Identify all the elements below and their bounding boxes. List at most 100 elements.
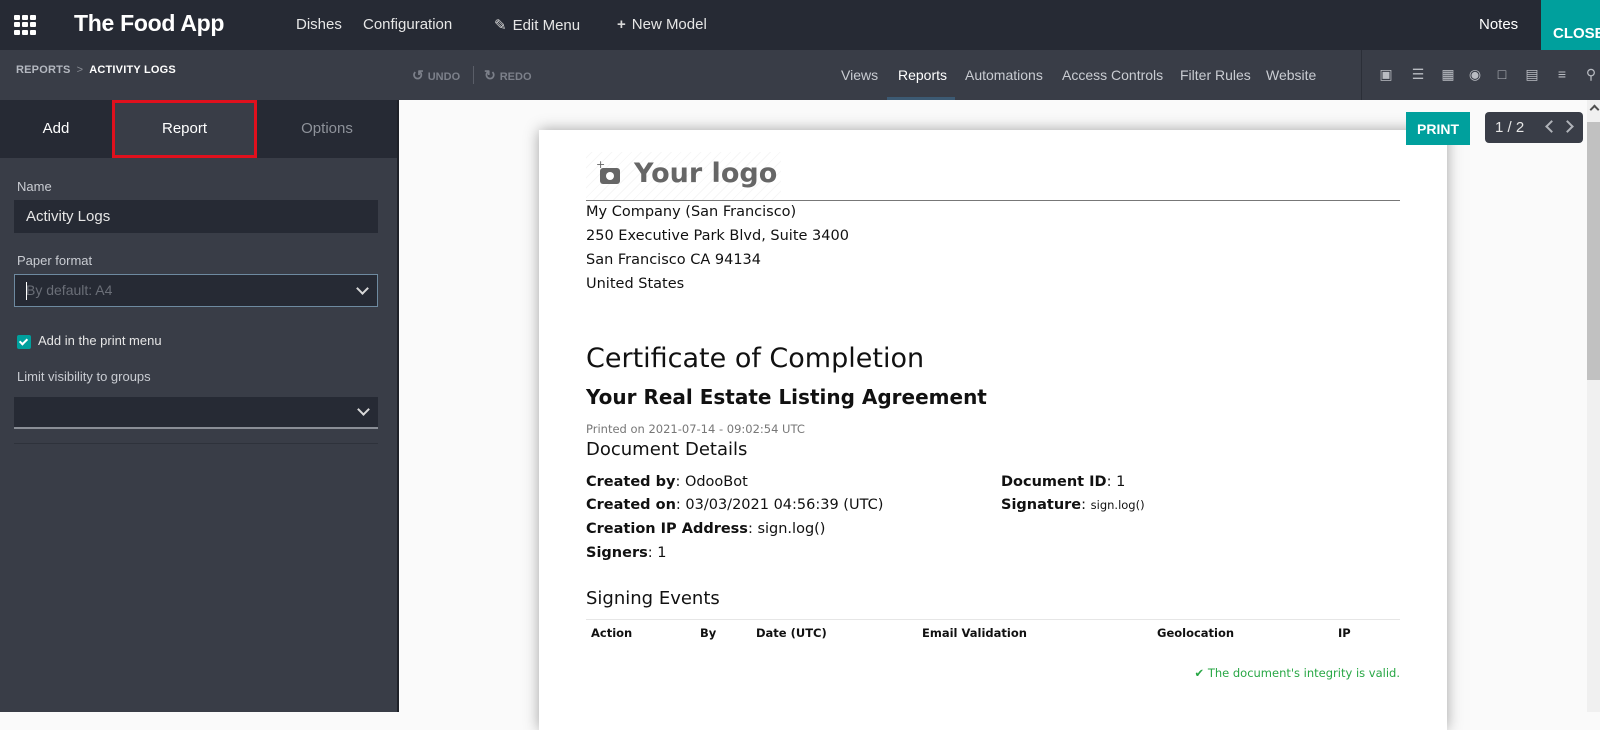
detail-signature: Signature: sign.log(): [1001, 497, 1145, 513]
company-country: United States: [586, 276, 685, 292]
detail-value: sign.log(): [1090, 498, 1145, 512]
calendar-view-icon[interactable]: □: [1493, 66, 1511, 82]
search-view-icon[interactable]: ⚲: [1582, 66, 1600, 82]
scroll-thumb[interactable]: [1587, 122, 1600, 380]
report-sidebar: Add Report Options Name Paper format By …: [0, 100, 397, 712]
column-email-validation: Email Validation: [922, 626, 1027, 640]
column-action: Action: [591, 626, 633, 640]
menu-configuration-label: Configuration: [363, 16, 453, 33]
print-menu-checkbox[interactable]: [17, 335, 31, 349]
new-model-button[interactable]: + New Model: [617, 16, 707, 33]
vertical-scrollbar[interactable]: [1587, 100, 1600, 712]
tab-access-controls[interactable]: Access Controls: [1062, 67, 1163, 83]
toolbar-divider: [473, 66, 474, 84]
column-ip: IP: [1338, 626, 1351, 640]
detail-value: 1: [1116, 474, 1126, 490]
kanban-view-icon[interactable]: ▦: [1439, 66, 1457, 82]
tab-filter-rules[interactable]: Filter Rules: [1180, 67, 1251, 83]
tab-website[interactable]: Website: [1266, 67, 1316, 83]
printed-on: Printed on 2021-07-14 - 09:02:54 UTC: [586, 422, 805, 436]
pencil-icon: ✎: [494, 17, 507, 34]
sidebar-tabs: Add Report Options: [0, 100, 397, 158]
detail-value: OdooBot: [684, 474, 748, 490]
redo-label: REDO: [499, 71, 532, 83]
apps-grid-icon[interactable]: [14, 15, 36, 35]
print-button[interactable]: PRINT: [1406, 112, 1470, 145]
sidebar-tab-report[interactable]: Report: [112, 100, 257, 158]
breadcrumb-current: ACTIVITY LOGS: [89, 64, 176, 76]
detail-value: sign.log(): [757, 521, 826, 537]
company-city: San Francisco CA 94134: [586, 252, 761, 268]
list-view-icon[interactable]: ☰: [1409, 66, 1427, 82]
menu-configuration[interactable]: Configuration: [363, 16, 452, 33]
camera-icon: [596, 158, 620, 184]
integrity-status: ✔ The document's integrity is valid.: [1195, 666, 1400, 680]
redo-icon: ↻: [484, 67, 496, 83]
form-view-icon[interactable]: ▣: [1377, 66, 1395, 82]
close-button[interactable]: CLOSE: [1541, 0, 1600, 50]
sidebar-divider: [14, 443, 378, 444]
detail-value: 03/03/2021 04:56:39 (UTC): [685, 497, 884, 513]
detail-key: Creation IP Address: [586, 521, 748, 537]
paper-format-placeholder: By default: A4: [26, 282, 113, 298]
detail-key: Signature: [1001, 497, 1082, 513]
print-menu-label[interactable]: Add in the print menu: [38, 333, 162, 348]
company-name: My Company (San Francisco): [586, 204, 797, 220]
company-street: 250 Executive Park Blvd, Suite 3400: [586, 228, 849, 244]
app-title: The Food App: [74, 10, 225, 36]
breadcrumb-separator: >: [76, 64, 84, 76]
sidebar-tab-options[interactable]: Options: [257, 100, 397, 158]
chevron-down-icon: [357, 403, 370, 416]
edit-menu-label: Edit Menu: [512, 17, 581, 34]
sidebar-tab-add[interactable]: Add: [0, 100, 112, 158]
record-pager: 1 / 2: [1485, 112, 1583, 143]
view-icons-divider: [1361, 50, 1362, 100]
column-by: By: [700, 626, 717, 640]
redo-button[interactable]: ↻ REDO: [484, 67, 532, 84]
notes-button[interactable]: Notes: [1479, 16, 1518, 33]
breadcrumb: REPORTS > ACTIVITY LOGS: [16, 64, 176, 76]
logo-placeholder[interactable]: Your logo: [586, 152, 781, 200]
name-label: Name: [17, 179, 52, 194]
events-table-rule: [586, 619, 1400, 620]
report-preview: Your logo My Company (San Francisco) 250…: [397, 100, 1600, 730]
pager-value[interactable]: 1 / 2: [1495, 119, 1524, 136]
integrity-text: The document's integrity is valid.: [1207, 666, 1400, 680]
chevron-left-icon[interactable]: [1545, 120, 1558, 133]
paper-format-label: Paper format: [17, 253, 93, 268]
undo-label: UNDO: [427, 71, 461, 83]
signing-events-heading: Signing Events: [586, 588, 720, 609]
detail-key: Created on: [586, 497, 676, 513]
check-icon: ✔: [1194, 666, 1205, 680]
detail-value: 1: [657, 545, 667, 561]
detail-document-id: Document ID: 1: [1001, 474, 1126, 490]
detail-signers: Signers: 1: [586, 545, 667, 561]
tab-automations[interactable]: Automations: [965, 67, 1043, 83]
detail-key: Created by: [586, 474, 676, 490]
studio-toolbar: REPORTS > ACTIVITY LOGS ↺ UNDO ↻ REDO Views …: [0, 50, 1600, 100]
undo-button[interactable]: ↺ UNDO: [412, 67, 460, 84]
pivot-view-icon[interactable]: ▤: [1523, 66, 1541, 82]
map-view-icon[interactable]: ◉: [1466, 66, 1484, 82]
column-date: Date (UTC): [756, 626, 827, 640]
plus-icon: +: [617, 16, 626, 33]
details-heading: Document Details: [586, 439, 748, 460]
certificate-title: Certificate of Completion: [586, 343, 925, 374]
scroll-up-icon[interactable]: [1589, 104, 1600, 115]
detail-key: Document ID: [1001, 474, 1107, 490]
breadcrumb-reports[interactable]: REPORTS: [16, 64, 71, 76]
chevron-right-icon[interactable]: [1561, 120, 1574, 133]
groups-select[interactable]: [14, 397, 378, 429]
document-name: Your Real Estate Listing Agreement: [586, 385, 987, 409]
edit-menu-button[interactable]: ✎ Edit Menu: [494, 16, 580, 34]
new-model-label: New Model: [631, 16, 707, 33]
menu-dishes[interactable]: Dishes: [296, 16, 342, 33]
gantt-view-icon[interactable]: ≡: [1553, 66, 1571, 82]
tab-reports[interactable]: Reports: [898, 67, 947, 83]
paper-format-select[interactable]: By default: A4: [14, 274, 378, 307]
chevron-down-icon: [356, 282, 369, 295]
tab-views[interactable]: Views: [841, 67, 878, 83]
menu-dishes-label: Dishes: [296, 16, 342, 33]
name-input[interactable]: [14, 200, 378, 233]
report-page[interactable]: Your logo My Company (San Francisco) 250…: [539, 130, 1447, 730]
